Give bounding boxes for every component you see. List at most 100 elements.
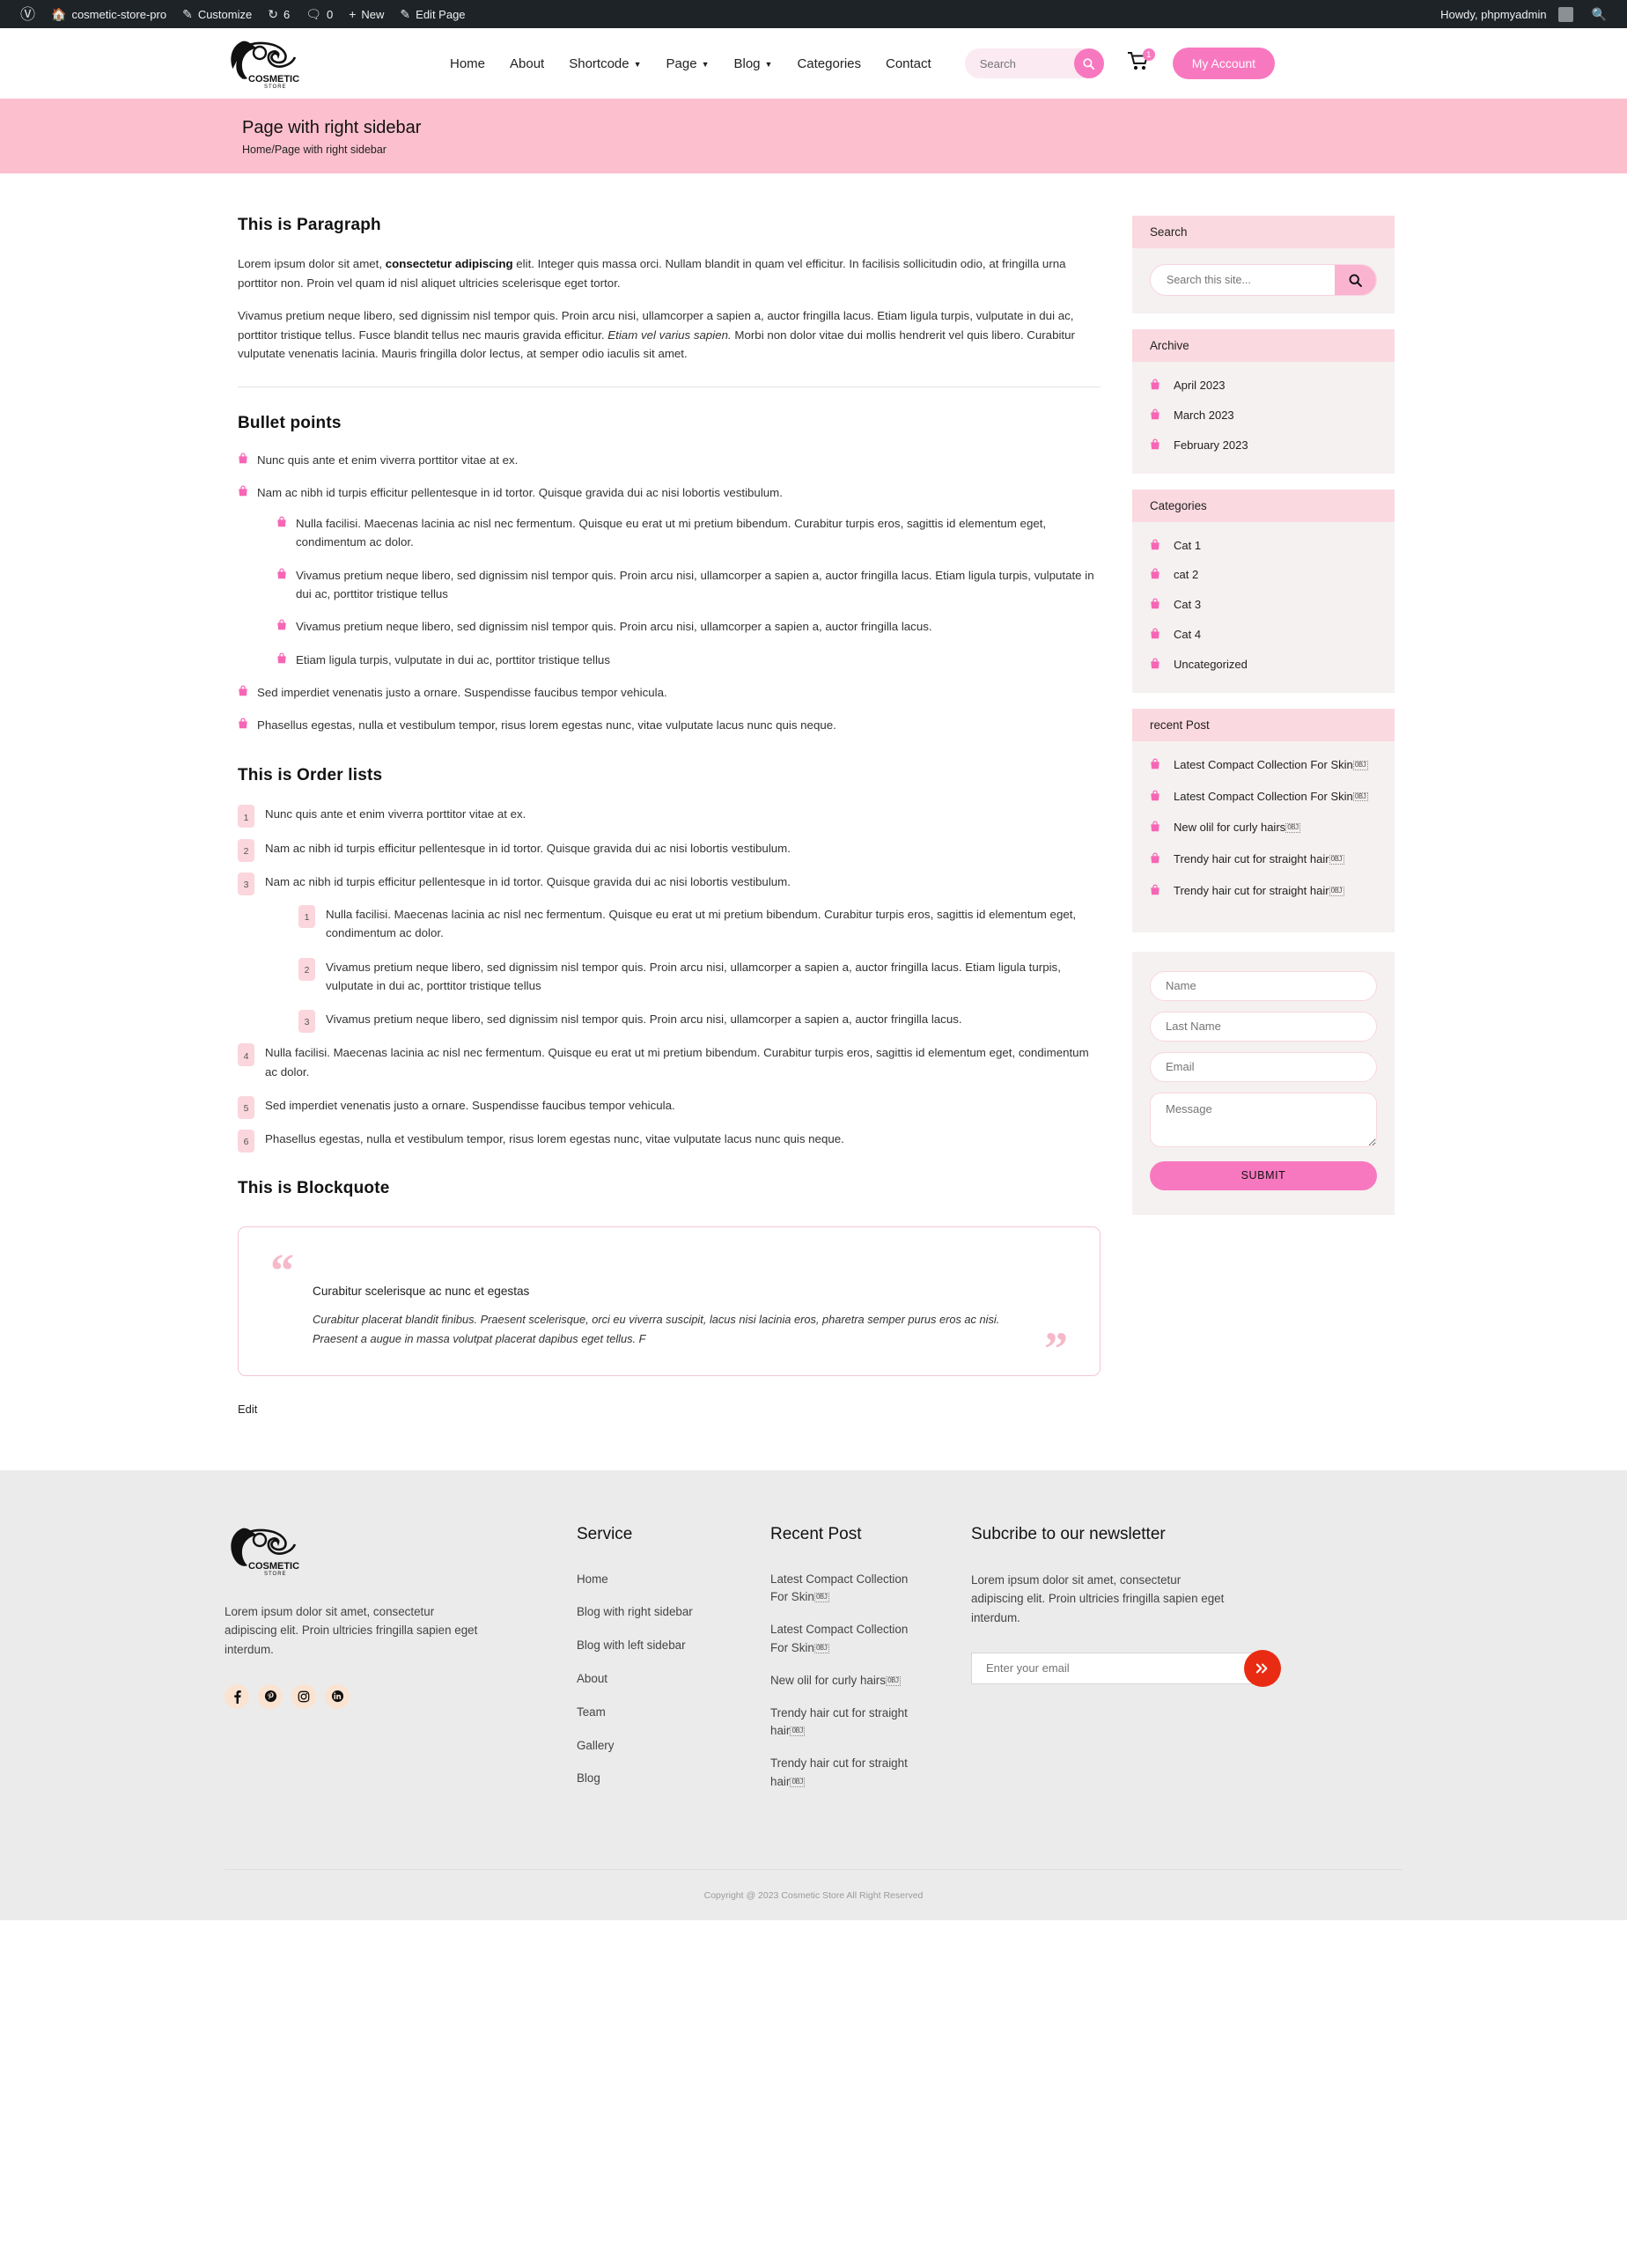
edit-page-menu[interactable]: ✎ Edit Page: [392, 0, 473, 28]
site-search-button[interactable]: [1335, 265, 1376, 295]
contact-lastname-input[interactable]: [1150, 1011, 1377, 1042]
list-item-text: Nam ac nibh id turpis efficitur pellente…: [265, 874, 791, 888]
list-item[interactable]: New olil for curly hairs OBJ: [770, 1672, 924, 1690]
howdy-label: Howdy, phpmyadmin: [1440, 7, 1547, 21]
list-item[interactable]: Trendy hair cut for straight hair OBJ: [770, 1755, 924, 1792]
list-item: Nulla facilisi. Maecenas lacinia ac nisl…: [276, 514, 1101, 552]
bag-bullet-icon: [276, 652, 287, 664]
nav-label: Contact: [886, 55, 931, 71]
list-item[interactable]: Blog: [577, 1770, 770, 1788]
bag-bullet-icon: [1150, 884, 1160, 895]
list-item-text: Phasellus egestas, nulla et vestibulum t…: [257, 718, 836, 733]
newsletter-submit-button[interactable]: [1244, 1649, 1281, 1687]
edit-post-link[interactable]: Edit: [238, 1403, 257, 1416]
bag-bullet-icon: [276, 619, 287, 630]
list-item[interactable]: Latest Compact Collection For Skin OBJ: [1150, 757, 1377, 774]
nav-item-blog[interactable]: Blog ▼: [722, 56, 785, 71]
category-label: Cat 3: [1174, 598, 1202, 612]
list-item[interactable]: Trendy hair cut for straight hair OBJ: [1150, 883, 1377, 900]
categories-list: Cat 1 cat 2 Cat 3 Cat 4 Uncategorized: [1150, 538, 1377, 674]
widget-title: Archive: [1132, 329, 1395, 362]
admin-search-icon[interactable]: 🔍: [1581, 0, 1615, 28]
updates-count: 6: [283, 7, 291, 21]
nav-item-home[interactable]: Home: [438, 56, 497, 71]
list-item[interactable]: Uncategorized: [1150, 657, 1377, 674]
site-search-input[interactable]: [1151, 274, 1335, 286]
new-label: New: [361, 7, 385, 21]
my-account-button[interactable]: My Account: [1172, 48, 1276, 79]
list-item[interactable]: February 2023: [1150, 438, 1377, 454]
newsletter-text: Lorem ipsum dolor sit amet, consectetur …: [971, 1572, 1225, 1625]
nav-item-page[interactable]: Page ▼: [654, 56, 722, 71]
nav-item-about[interactable]: About: [497, 56, 556, 71]
list-item[interactable]: About: [577, 1670, 770, 1689]
chevron-down-icon: ▼: [701, 59, 710, 69]
contact-name-input[interactable]: [1150, 970, 1377, 1001]
list-item[interactable]: Latest Compact Collection For Skin OBJ: [1150, 789, 1377, 806]
list-item[interactable]: Trendy hair cut for straight hair OBJ: [1150, 851, 1377, 868]
list-item[interactable]: New olil for curly hairs OBJ: [1150, 820, 1377, 836]
list-item[interactable]: March 2023: [1150, 408, 1377, 424]
list-item[interactable]: Team: [577, 1704, 770, 1722]
list-item[interactable]: Home: [577, 1571, 770, 1589]
social-links: [225, 1683, 577, 1709]
bag-bullet-icon: [1150, 821, 1160, 832]
header-search-input[interactable]: [964, 56, 1062, 70]
missing-glyph-icon: OBJ: [885, 1675, 901, 1686]
list-item[interactable]: Latest Compact Collection For Skin OBJ: [770, 1571, 924, 1608]
list-item[interactable]: Trendy hair cut for straight hair OBJ: [770, 1705, 924, 1742]
recent-post-title: Latest Compact Collection For Skin: [1174, 789, 1353, 803]
pinterest-icon[interactable]: [258, 1683, 283, 1709]
widget-title: Categories: [1132, 489, 1395, 522]
footer-post-title: Latest Compact Collection For Skin: [770, 1572, 909, 1604]
list-item[interactable]: April 2023: [1150, 378, 1377, 394]
comment-bubble-icon: 🗨: [306, 7, 321, 21]
facebook-icon[interactable]: [225, 1683, 249, 1709]
bag-bullet-icon: [1150, 409, 1160, 420]
list-item[interactable]: Cat 1: [1150, 538, 1377, 555]
site-logo[interactable]: COSMETIC STORE: [225, 38, 357, 89]
linkedin-icon[interactable]: [325, 1683, 350, 1709]
list-item[interactable]: cat 2: [1150, 567, 1377, 584]
widget-title: Search: [1132, 216, 1395, 248]
new-content-menu[interactable]: + New: [341, 0, 392, 28]
customize-menu[interactable]: ✎ Customize: [174, 0, 260, 28]
list-item[interactable]: Blog with right sidebar: [577, 1603, 770, 1622]
contact-message-textarea[interactable]: [1150, 1092, 1377, 1147]
footer-logo[interactable]: COSMETIC STORE: [225, 1525, 577, 1576]
contact-email-input[interactable]: [1150, 1051, 1377, 1082]
search-icon: [1349, 274, 1362, 287]
my-account-menu[interactable]: Howdy, phpmyadmin: [1432, 0, 1580, 28]
nav-item-categories[interactable]: Categories: [784, 56, 873, 71]
contact-submit-button[interactable]: SUBMIT: [1150, 1160, 1377, 1190]
newsletter-email-input[interactable]: [971, 1652, 1274, 1684]
bag-bullet-icon: [276, 568, 287, 579]
comments-menu[interactable]: 🗨 0: [298, 0, 341, 28]
nav-label: Home: [450, 55, 486, 71]
nav-item-shortcode[interactable]: Shortcode ▼: [556, 56, 653, 71]
archive-item-label: March 2023: [1174, 408, 1234, 422]
header-search-button[interactable]: [1073, 48, 1104, 78]
footer-post-title: Latest Compact Collection For Skin: [770, 1623, 909, 1654]
missing-glyph-icon: OBJ: [1285, 823, 1301, 834]
footer-recent-title: Recent Post: [770, 1524, 862, 1543]
nav-item-contact[interactable]: Contact: [873, 56, 944, 71]
nav-label: About: [510, 55, 545, 71]
list-item[interactable]: Cat 4: [1150, 627, 1377, 644]
list-item-text: Sed imperdiet venenatis justo a ornare. …: [257, 685, 667, 699]
list-item[interactable]: Latest Compact Collection For Skin OBJ: [770, 1621, 924, 1658]
cart-button[interactable]: 1: [1127, 48, 1155, 77]
footer-link-label: Home: [577, 1572, 608, 1586]
list-item[interactable]: Blog with left sidebar: [577, 1637, 770, 1655]
list-item: Nulla facilisi. Maecenas lacinia ac nisl…: [238, 1043, 1101, 1081]
list-item: Nunc quis ante et enim viverra porttitor…: [238, 805, 1101, 828]
search-icon: [1083, 57, 1095, 70]
list-item[interactable]: Cat 3: [1150, 597, 1377, 614]
updates-menu[interactable]: ↻ 6: [260, 0, 298, 28]
site-name-menu[interactable]: 🏠 cosmetic-store-pro: [43, 0, 174, 28]
list-item[interactable]: Gallery: [577, 1737, 770, 1756]
widget-categories: Categories Cat 1 cat 2 Cat 3 Cat 4 Uncat…: [1132, 489, 1395, 693]
wp-logo-menu[interactable]: Ⓥ: [12, 0, 43, 28]
instagram-icon[interactable]: [291, 1683, 316, 1709]
list-item-text: Vivamus pretium neque libero, sed dignis…: [296, 620, 932, 634]
